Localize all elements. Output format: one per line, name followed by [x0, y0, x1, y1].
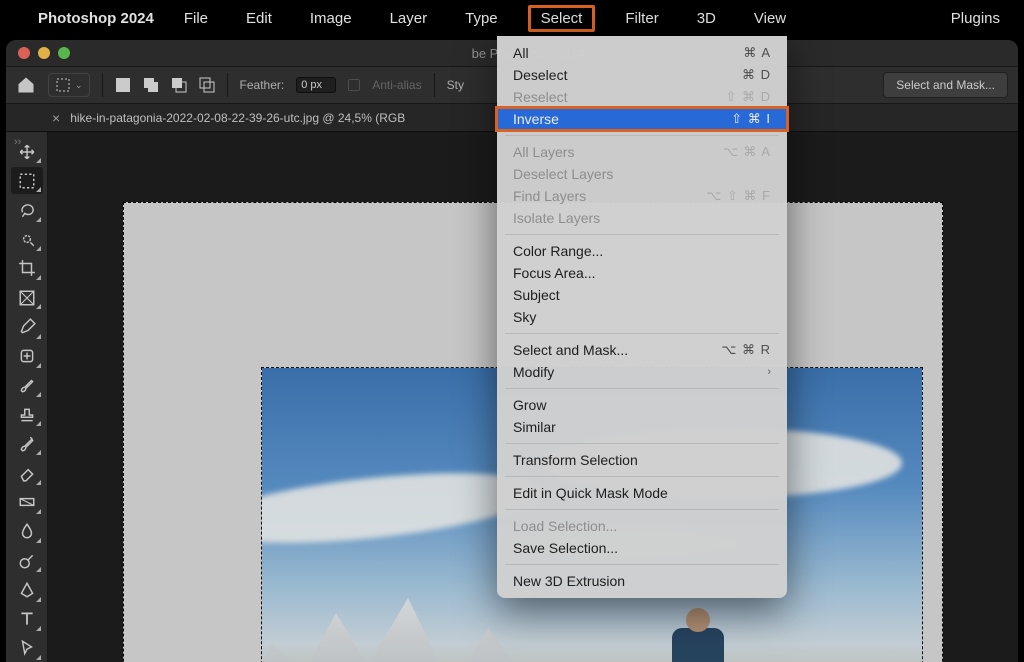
crop-tool[interactable] — [11, 255, 43, 282]
menu-item-label: Load Selection... — [513, 518, 771, 534]
menu-item-label: Deselect Layers — [513, 166, 771, 182]
menu-file[interactable]: File — [176, 7, 216, 30]
type-tool[interactable] — [11, 606, 43, 633]
menu-item-modify[interactable]: Modify› — [497, 361, 787, 383]
menu-item-load-selection: Load Selection... — [497, 515, 787, 537]
menu-shortcut: ⌘ A — [743, 45, 771, 61]
panel-expand-icon[interactable]: ›› — [14, 136, 21, 148]
menu-item-label: All Layers — [513, 144, 723, 160]
menu-item-find-layers: Find Layers⌥ ⇧ ⌘ F — [497, 185, 787, 207]
menu-shortcut: ⌘ D — [742, 67, 771, 83]
menu-item-label: Isolate Layers — [513, 210, 771, 226]
menu-shortcut: ⇧ ⌘ I — [731, 111, 771, 127]
eyedropper-tool[interactable] — [11, 313, 43, 340]
menu-item-select-and-mask[interactable]: Select and Mask...⌥ ⌘ R — [497, 339, 787, 361]
menu-item-all-layers: All Layers⌥ ⌘ A — [497, 141, 787, 163]
intersect-selection-icon[interactable] — [199, 77, 215, 93]
marquee-tool[interactable] — [11, 167, 43, 194]
brush-tool[interactable] — [11, 372, 43, 399]
menu-item-label: Focus Area... — [513, 265, 771, 281]
menu-item-edit-in-quick-mask-mode[interactable]: Edit in Quick Mask Mode — [497, 482, 787, 504]
menu-item-focus-area[interactable]: Focus Area... — [497, 262, 787, 284]
zoom-window-icon[interactable] — [58, 47, 70, 59]
menu-item-label: Color Range... — [513, 243, 771, 259]
menu-item-label: Subject — [513, 287, 771, 303]
quick-select-tool[interactable] — [11, 226, 43, 253]
menu-item-inverse[interactable]: Inverse⇧ ⌘ I — [497, 108, 787, 130]
menu-item-label: Select and Mask... — [513, 342, 721, 358]
menu-shortcut: ⌥ ⌘ A — [723, 144, 771, 160]
menu-image[interactable]: Image — [302, 7, 360, 30]
menu-item-label: Reselect — [513, 89, 725, 105]
menu-layer[interactable]: Layer — [382, 7, 436, 30]
select-menu-dropdown: All⌘ ADeselect⌘ DReselect⇧ ⌘ DInverse⇧ ⌘… — [497, 36, 787, 598]
app-name[interactable]: Photoshop 2024 — [38, 10, 154, 27]
menu-item-sky[interactable]: Sky — [497, 306, 787, 328]
lasso-tool[interactable] — [11, 196, 43, 223]
menu-item-label: Similar — [513, 419, 771, 435]
menu-type[interactable]: Type — [457, 7, 506, 30]
subtract-selection-icon[interactable] — [171, 77, 187, 93]
home-icon[interactable] — [16, 75, 36, 95]
path-select-tool[interactable] — [11, 635, 43, 662]
frame-tool[interactable] — [11, 284, 43, 311]
blur-tool[interactable] — [11, 518, 43, 545]
menu-item-label: Grow — [513, 397, 771, 413]
menu-item-label: Save Selection... — [513, 540, 771, 556]
menu-3d[interactable]: 3D — [689, 7, 724, 30]
healing-brush-tool[interactable] — [11, 343, 43, 370]
stamp-tool[interactable] — [11, 401, 43, 428]
antialias-checkbox[interactable] — [348, 79, 360, 91]
menu-item-label: Sky — [513, 309, 771, 325]
feather-label: Feather: — [240, 78, 285, 92]
menu-item-save-selection[interactable]: Save Selection... — [497, 537, 787, 559]
pen-tool[interactable] — [11, 576, 43, 603]
menu-item-transform-selection[interactable]: Transform Selection — [497, 449, 787, 471]
add-selection-icon[interactable] — [143, 77, 159, 93]
menu-filter[interactable]: Filter — [617, 7, 666, 30]
tool-panel — [6, 132, 48, 662]
menu-plugins[interactable]: Plugins — [943, 7, 1008, 30]
menu-item-deselect-layers: Deselect Layers — [497, 163, 787, 185]
menu-item-label: Inverse — [513, 111, 731, 127]
menu-item-all[interactable]: All⌘ A — [497, 42, 787, 64]
mac-menubar: Photoshop 2024 File Edit Image Layer Typ… — [0, 0, 1024, 36]
menu-item-label: Modify — [513, 364, 767, 380]
document-tab-label: hike-in-patagonia-2022-02-08-22-39-26-ut… — [70, 111, 405, 125]
menu-shortcut: ⇧ ⌘ D — [725, 89, 771, 105]
antialias-label: Anti-alias — [372, 78, 421, 92]
style-label: Sty — [447, 78, 464, 92]
menu-select[interactable]: Select — [528, 5, 596, 32]
menu-item-isolate-layers: Isolate Layers — [497, 207, 787, 229]
menu-item-label: Transform Selection — [513, 452, 771, 468]
menu-item-label: Edit in Quick Mask Mode — [513, 485, 771, 501]
close-window-icon[interactable] — [18, 47, 30, 59]
new-selection-icon[interactable] — [115, 77, 131, 93]
menu-item-label: All — [513, 45, 743, 61]
history-brush-tool[interactable] — [11, 430, 43, 457]
menu-item-grow[interactable]: Grow — [497, 394, 787, 416]
minimize-window-icon[interactable] — [38, 47, 50, 59]
menu-view[interactable]: View — [746, 7, 794, 30]
close-tab-icon[interactable]: × — [52, 110, 60, 126]
menu-item-similar[interactable]: Similar — [497, 416, 787, 438]
select-and-mask-button[interactable]: Select and Mask... — [883, 72, 1008, 98]
menu-item-label: New 3D Extrusion — [513, 573, 771, 589]
menu-item-new-3d-extrusion[interactable]: New 3D Extrusion — [497, 570, 787, 592]
menu-item-subject[interactable]: Subject — [497, 284, 787, 306]
menu-shortcut: ⌥ ⇧ ⌘ F — [706, 188, 771, 204]
menu-shortcut: ⌥ ⌘ R — [721, 342, 771, 358]
menu-item-deselect[interactable]: Deselect⌘ D — [497, 64, 787, 86]
menu-edit[interactable]: Edit — [238, 7, 280, 30]
feather-input[interactable] — [296, 77, 336, 93]
eraser-tool[interactable] — [11, 459, 43, 486]
menu-item-label: Find Layers — [513, 188, 706, 204]
menu-item-reselect: Reselect⇧ ⌘ D — [497, 86, 787, 108]
menu-item-color-range[interactable]: Color Range... — [497, 240, 787, 262]
marquee-preset[interactable]: ⌄ — [48, 73, 90, 97]
gradient-tool[interactable] — [11, 489, 43, 516]
menu-item-label: Deselect — [513, 67, 742, 83]
dodge-tool[interactable] — [11, 547, 43, 574]
submenu-caret-icon: › — [767, 366, 771, 378]
